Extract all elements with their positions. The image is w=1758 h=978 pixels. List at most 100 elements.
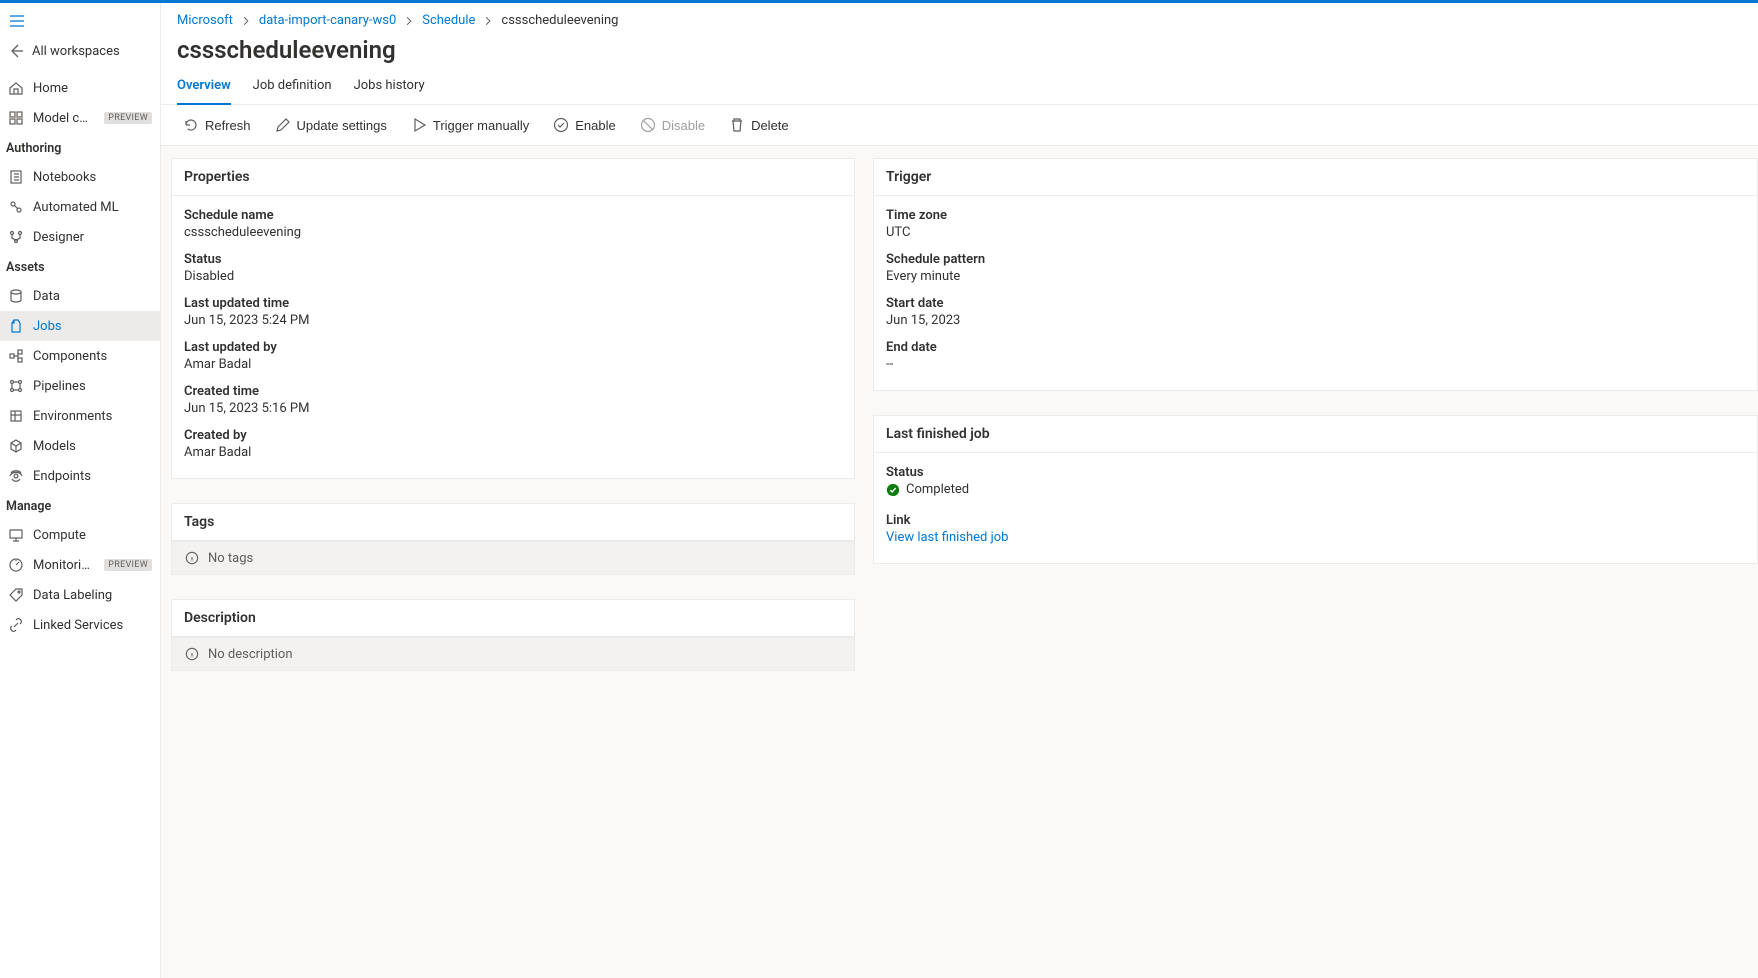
sidebar-item-data-labeling[interactable]: Data Labeling (0, 580, 160, 610)
last-job-link-label: Link (886, 513, 1745, 530)
sidebar-item-automated-ml[interactable]: Automated ML (0, 192, 160, 222)
sidebar-item-home[interactable]: Home (0, 73, 160, 103)
tabs: Overview Job definition Jobs history (161, 64, 1758, 105)
property-value: UTC (886, 225, 1745, 240)
breadcrumb-current: cssscheduleevening (501, 13, 618, 28)
tab-job-definition[interactable]: Job definition (253, 78, 332, 104)
data-icon (8, 288, 24, 304)
description-title: Description (172, 600, 854, 637)
prohibit-icon (640, 117, 656, 133)
sidebar-item-label: Notebooks (33, 170, 152, 185)
sidebar-item-label: Designer (33, 230, 152, 245)
sidebar: All workspaces HomeModel catalogPREVIEW … (0, 3, 161, 978)
arrow-left-icon (8, 43, 24, 59)
preview-badge: PREVIEW (104, 559, 152, 571)
last-job-status-value: Completed (886, 482, 969, 497)
compute-icon (8, 527, 24, 543)
update-settings-button[interactable]: Update settings (265, 111, 397, 139)
property-label: Created by (184, 428, 842, 445)
property-value: Amar Badal (184, 445, 842, 460)
sidebar-item-model-catalog[interactable]: Model catalog PREVIEW (0, 103, 160, 133)
components-icon (8, 348, 24, 364)
sidebar-item-label: Compute (33, 528, 152, 543)
property-value: -- (886, 357, 1745, 372)
sidebar-item-components[interactable]: Components (0, 341, 160, 371)
property-label: Time zone (886, 208, 1745, 225)
trigger-title: Trigger (874, 159, 1757, 196)
last-finished-job-card: Last finished job Status Completed (873, 415, 1758, 564)
breadcrumb-link[interactable]: Microsoft (177, 13, 233, 28)
catalog-icon (8, 110, 24, 126)
property-value: Amar Badal (184, 357, 842, 372)
tags-title: Tags (172, 504, 854, 541)
tab-overview[interactable]: Overview (177, 78, 231, 105)
back-all-workspaces[interactable]: All workspaces (0, 33, 160, 73)
sidebar-item-label: Pipelines (33, 379, 152, 394)
chevron-right-icon (241, 16, 251, 26)
trigger-card: Trigger Time zoneUTC Schedule patternEver… (873, 158, 1758, 391)
tab-jobs-history[interactable]: Jobs history (354, 78, 425, 104)
sidebar-item-data[interactable]: Data (0, 281, 160, 311)
breadcrumb-link[interactable]: data-import-canary-ws0 (259, 13, 396, 28)
description-card: Description No description (171, 599, 855, 671)
property-label: End date (886, 340, 1745, 357)
property-label: Schedule name (184, 208, 842, 225)
sidebar-item-compute[interactable]: Compute (0, 520, 160, 550)
environments-icon (8, 408, 24, 424)
check-circle-icon (553, 117, 569, 133)
property-value: Jun 15, 2023 5:24 PM (184, 313, 842, 328)
property-label: Created time (184, 384, 842, 401)
linked-icon (8, 617, 24, 633)
properties-card: Properties Schedule namecssscheduleeveni… (171, 158, 855, 479)
sidebar-item-label: Components (33, 349, 152, 364)
page-title: cssscheduleevening (161, 28, 1758, 64)
view-last-finished-job-link[interactable]: View last finished job (886, 530, 1008, 545)
play-icon (411, 117, 427, 133)
info-icon (184, 646, 200, 662)
sidebar-item-environments[interactable]: Environments (0, 401, 160, 431)
breadcrumb-link[interactable]: Schedule (422, 13, 475, 28)
automl-icon (8, 199, 24, 215)
sidebar-item-linked-services[interactable]: Linked Services (0, 610, 160, 640)
edit-icon (275, 117, 291, 133)
sidebar-item-designer[interactable]: Designer (0, 222, 160, 252)
description-empty: No description (172, 637, 854, 670)
refresh-button[interactable]: Refresh (173, 111, 261, 139)
sidebar-item-pipelines[interactable]: Pipelines (0, 371, 160, 401)
breadcrumb: Microsoft data-import-canary-ws0 Schedule c… (161, 3, 1758, 28)
preview-badge: PREVIEW (104, 112, 152, 124)
chevron-right-icon (483, 16, 493, 26)
designer-icon (8, 229, 24, 245)
jobs-icon (8, 318, 24, 334)
property-label: Status (184, 252, 842, 269)
property-label: Last updated time (184, 296, 842, 313)
sidebar-item-label: Data (33, 289, 152, 304)
sidebar-item-label: Model catalog (33, 111, 91, 126)
enable-button[interactable]: Enable (543, 111, 625, 139)
sidebar-item-label: Monitoring (33, 558, 91, 573)
models-icon (8, 438, 24, 454)
notebook-icon (8, 169, 24, 185)
hamburger-button[interactable] (0, 9, 160, 33)
sidebar-item-monitoring[interactable]: Monitoring PREVIEW (0, 550, 160, 580)
delete-button[interactable]: Delete (719, 111, 799, 139)
sidebar-item-endpoints[interactable]: Endpoints (0, 461, 160, 491)
property-value: Every minute (886, 269, 1745, 284)
back-label: All workspaces (32, 44, 152, 59)
sidebar-item-notebooks[interactable]: Notebooks (0, 162, 160, 192)
trigger-manually-button[interactable]: Trigger manually (401, 111, 539, 139)
property-label: Schedule pattern (886, 252, 1745, 269)
disable-button: Disable (630, 111, 715, 139)
sidebar-item-jobs[interactable]: Jobs (0, 311, 160, 341)
tags-card: Tags No tags (171, 503, 855, 575)
main-content: Microsoftdata-import-canary-ws0Schedulec… (161, 3, 1758, 978)
sidebar-item-label: Automated ML (33, 200, 152, 215)
tags-empty: No tags (172, 541, 854, 574)
success-icon (886, 483, 900, 497)
labeling-icon (8, 587, 24, 603)
property-label: Last updated by (184, 340, 842, 357)
last-job-status-label: Status (886, 465, 1745, 482)
property-value: cssscheduleevening (184, 225, 842, 240)
sidebar-item-models[interactable]: Models (0, 431, 160, 461)
sidebar-item-label: Home (33, 81, 152, 96)
